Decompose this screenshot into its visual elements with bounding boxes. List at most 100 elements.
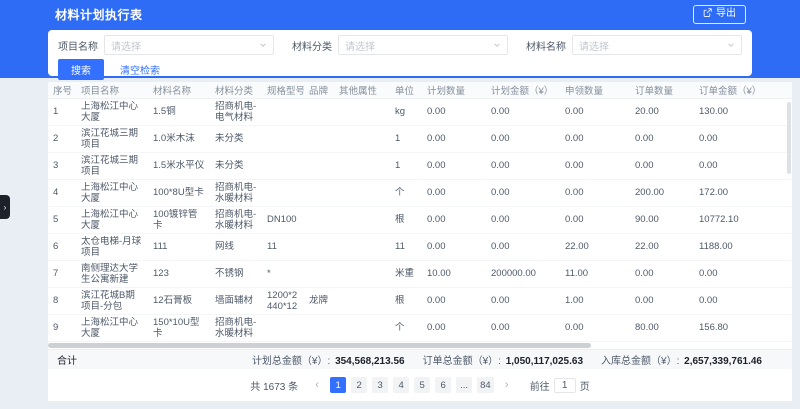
table-cell: 米重 (390, 268, 422, 279)
summary-total-label: 合计 (48, 352, 77, 367)
table-cell: 0.00 (630, 268, 694, 279)
table-cell: 12石膏板 (148, 295, 210, 306)
table-cell: 11 (262, 241, 304, 252)
column-header: 计划数量 (422, 83, 486, 97)
table-cell: 0.00 (630, 160, 694, 171)
summary-value: 354,568,213.56 (335, 356, 405, 367)
select-placeholder: 请选择 (579, 38, 727, 53)
table-cell: 0.00 (694, 160, 792, 171)
table-cell: 0.00 (694, 133, 792, 144)
table-cell: DN100 (262, 214, 304, 225)
summary-value: 1,050,117,025.63 (506, 356, 583, 367)
table-cell: 0.00 (486, 295, 560, 306)
table-cell: 上海松江中心大厦 (76, 182, 148, 204)
table-cell: 90.00 (630, 214, 694, 225)
column-header: 其他属性 (334, 83, 390, 97)
page-button-5[interactable]: 5 (414, 377, 430, 393)
table-row: 2滨江花城三期项目1.0米木沫未分类10.000.000.000.000.00 (48, 126, 792, 153)
table-cell: 招商机电-水暖材料 (210, 317, 262, 339)
export-icon (703, 8, 712, 21)
table-cell: 0.00 (422, 322, 486, 333)
table-cell: 龙牌 (304, 295, 334, 306)
clear-search-link[interactable]: 清空检索 (120, 62, 160, 77)
column-header: 项目名称 (76, 83, 148, 97)
table-cell: 1200*2440*12 (262, 290, 304, 312)
table-cell: 111 (148, 241, 210, 252)
table-cell: 招商机电-水暖材料 (210, 209, 262, 231)
table-cell: 0.00 (560, 133, 630, 144)
table-row: 4上海松江中心大厦100*8U型卡招商机电-水暖材料个0.000.000.002… (48, 180, 792, 207)
filter-label: 材料名称 (526, 38, 566, 53)
column-header: 序号 (48, 83, 76, 97)
table-cell: 2 (48, 133, 76, 144)
page-button-1[interactable]: 1 (330, 377, 346, 393)
vertical-scrollbar[interactable] (787, 102, 791, 174)
table-cell: 根 (390, 295, 422, 306)
table-cell: 123 (148, 268, 210, 279)
pagination-bar: 共 1673 条 ‹ 123456 ... 84 › 前往 页 (48, 369, 792, 401)
page-button-4[interactable]: 4 (393, 377, 409, 393)
export-button[interactable]: 导出 (693, 5, 746, 24)
table-cell: kg (390, 106, 422, 117)
prev-page-button[interactable]: ‹ (309, 377, 325, 393)
filter-panel: 项目名称请选择材料分类请选择材料名称请选择 搜索 清空检索 (48, 30, 752, 76)
table-cell: 个 (390, 322, 422, 333)
table-header-row: 序号项目名称材料名称材料分类规格型号品牌其他属性单位计划数量计划金额（¥）申领数… (48, 82, 792, 99)
horizontal-scrollbar-thumb[interactable] (48, 343, 591, 348)
filter-label: 材料分类 (292, 38, 332, 53)
table-cell: 0.00 (560, 106, 630, 117)
last-page-button[interactable]: 84 (477, 377, 494, 393)
table-cell: 0.00 (486, 241, 560, 252)
page-button-2[interactable]: 2 (351, 377, 367, 393)
table-cell: 80.00 (630, 322, 694, 333)
filter-select[interactable]: 请选择 (338, 35, 508, 55)
table-cell: 150*10U型卡 (148, 317, 210, 339)
table-cell: 172.00 (694, 187, 792, 198)
table-cell: 上海松江中心大厦 (76, 317, 148, 339)
page-button-3[interactable]: 3 (372, 377, 388, 393)
table-row: 5上海松江中心大厦100镀锌管卡招商机电-水暖材料DN100根0.000.000… (48, 207, 792, 234)
column-header: 计划金额（¥） (486, 83, 560, 97)
table-cell: 11.00 (560, 268, 630, 279)
table-cell: 0.00 (422, 187, 486, 198)
search-button[interactable]: 搜索 (58, 59, 104, 80)
table-cell: 0.00 (560, 214, 630, 225)
table-cell: 0.00 (486, 322, 560, 333)
table-cell: 0.00 (486, 106, 560, 117)
table-cell: 招商机电-水暖材料 (210, 182, 262, 204)
pagination-total-text: 共 1673 条 (250, 378, 298, 393)
column-header: 规格型号 (262, 83, 304, 97)
goto-page-input[interactable] (554, 378, 576, 393)
sidebar-expand-handle[interactable]: › (0, 195, 10, 219)
table-cell: 200000.00 (486, 268, 560, 279)
table-cell: 0.00 (422, 106, 486, 117)
table-cell: 156.80 (694, 322, 792, 333)
export-button-label: 导出 (716, 8, 736, 20)
table-cell: 上海松江中心大厦 (76, 101, 148, 123)
filter-select[interactable]: 请选择 (572, 35, 742, 55)
ellipsis-page-button[interactable]: ... (456, 377, 472, 393)
column-header: 订单金额（¥） (694, 83, 792, 97)
table-cell: 0.00 (560, 322, 630, 333)
table-row: 3滨江花城三期项目1.5米水平仪未分类10.000.000.000.000.00 (48, 153, 792, 180)
table-cell: 1.00 (560, 295, 630, 306)
table-cell: 0.00 (422, 295, 486, 306)
table-cell: 10.00 (422, 268, 486, 279)
next-page-button[interactable]: › (499, 377, 515, 393)
page-button-6[interactable]: 6 (435, 377, 451, 393)
table-cell: 22.00 (630, 241, 694, 252)
table-cell: 未分类 (210, 133, 262, 144)
table-cell: 0.00 (560, 187, 630, 198)
filter-row: 项目名称请选择材料分类请选择材料名称请选择 (58, 35, 742, 55)
table-cell: 0.00 (630, 295, 694, 306)
table-row: 7南侧理达大学生公寓新建123不锈钢*米重10.00200000.0011.00… (48, 261, 792, 288)
goto-prefix-label: 前往 (530, 378, 550, 393)
table-cell: 滨江花城三期项目 (76, 155, 148, 177)
table-cell: 太仓电梯-月球项目 (76, 236, 148, 258)
top-bar: 材料计划执行表 导出 (0, 0, 800, 28)
table-cell: 1.5米水平仪 (148, 160, 210, 171)
table-cell: 1.5铜 (148, 106, 210, 117)
summary-item: 订单总金额（¥）: 1,050,117,025.63 (423, 352, 583, 367)
table-cell: 8 (48, 295, 76, 306)
filter-select[interactable]: 请选择 (104, 35, 274, 55)
